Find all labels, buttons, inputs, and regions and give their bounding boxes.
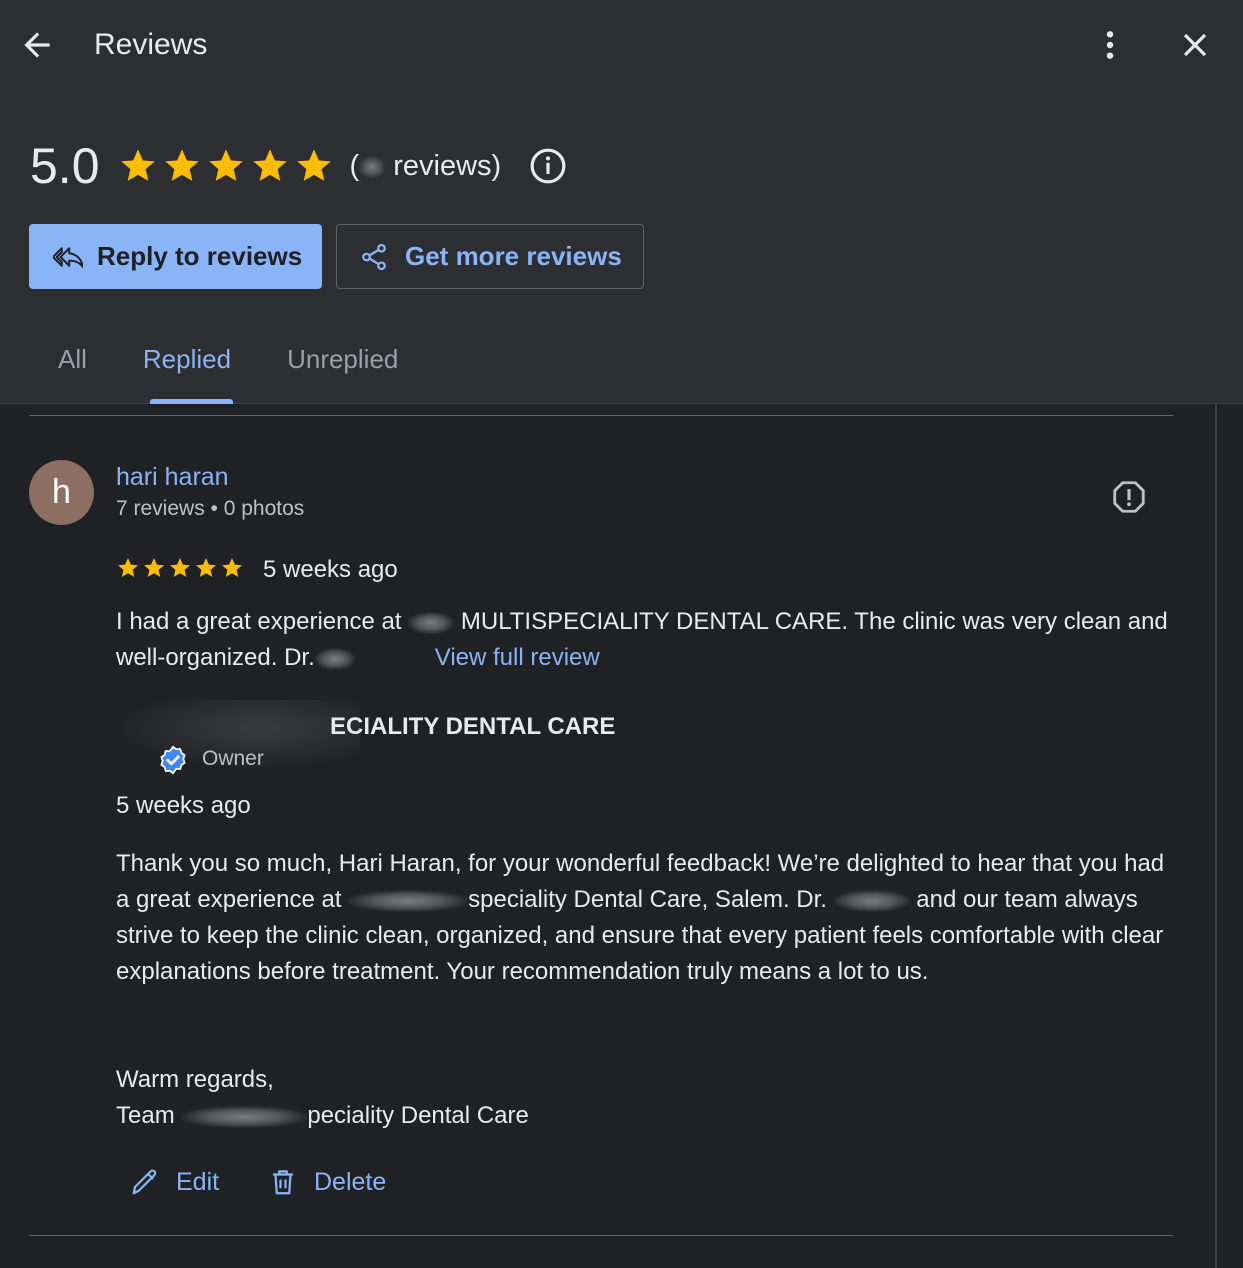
view-full-review-link[interactable]: View full review <box>435 644 600 671</box>
redacted-name <box>408 611 455 634</box>
star-icon <box>208 149 243 181</box>
sign-line-2-prefix: Team <box>116 1102 182 1129</box>
edit-label: Edit <box>176 1167 220 1196</box>
redacted-doctor <box>314 647 355 670</box>
trash-icon <box>273 1170 293 1195</box>
get-more-reviews-button[interactable]: Get more reviews <box>336 224 644 289</box>
redacted-team <box>181 1105 308 1128</box>
review-stars <box>116 556 244 580</box>
star-icon <box>170 558 190 577</box>
sign-line-2-suffix: peciality Dental Care <box>307 1102 529 1129</box>
reply-date: 5 weeks ago <box>116 792 251 819</box>
info-icon[interactable] <box>529 147 567 185</box>
close-icon <box>1183 33 1207 57</box>
sign-line-2: Team peciality Dental Care <box>116 1098 529 1134</box>
reply-to-reviews-button[interactable]: Reply to reviews <box>29 224 322 289</box>
review-date: 5 weeks ago <box>263 556 398 583</box>
reply-text-part2: speciality Dental Care, Salem. Dr. <box>468 886 834 913</box>
tab-all[interactable]: All <box>30 330 115 404</box>
reply-all-icon <box>53 246 83 268</box>
divider <box>29 415 1173 416</box>
star-icon <box>144 558 164 577</box>
star-icon <box>222 558 242 577</box>
review-filter-tabs: All Replied Unreplied <box>30 330 426 404</box>
get-more-reviews-label: Get more reviews <box>405 241 622 271</box>
owner-role: Owner <box>202 747 264 770</box>
report-icon[interactable] <box>1110 478 1148 516</box>
edit-reply-button[interactable]: Edit <box>130 1160 219 1204</box>
redacted-count <box>359 155 386 178</box>
verified-badge-icon <box>160 745 186 775</box>
divider <box>29 1235 1173 1236</box>
redacted-doctor-reply <box>833 889 910 912</box>
reply-to-reviews-label: Reply to reviews <box>97 241 303 271</box>
rating-stars <box>118 146 334 186</box>
more-options-button[interactable] <box>1094 26 1126 64</box>
star-icon <box>296 149 331 181</box>
star-icon <box>196 558 216 577</box>
reviewer-name[interactable]: hari haran <box>116 463 229 492</box>
share-icon <box>362 243 386 270</box>
back-button[interactable] <box>18 26 56 64</box>
sign-line-1: Warm regards, <box>116 1066 274 1093</box>
arrow-back-icon <box>24 32 50 58</box>
review-count-prefix: ( <box>349 149 360 182</box>
redacted-clinic <box>348 889 469 912</box>
reviewer-meta: 7 reviews • 0 photos <box>116 497 305 520</box>
review-count-suffix: reviews) <box>385 149 502 182</box>
star-icon <box>118 558 138 577</box>
star-icon <box>252 149 287 181</box>
close-button[interactable] <box>1176 26 1214 64</box>
rating-summary: 5.0 ( reviews) <box>30 138 567 194</box>
page-title: Reviews <box>94 28 208 61</box>
more-vert-icon <box>1106 31 1114 59</box>
reviews-header: Reviews 5.0 ( reviews) Reply to reviews … <box>0 0 1243 404</box>
delete-label: Delete <box>314 1167 387 1196</box>
avatar[interactable]: h <box>29 460 94 525</box>
tab-unreplied[interactable]: Unreplied <box>259 330 426 404</box>
reply-text: Thank you so much, Hari Haran, for your … <box>116 846 1176 990</box>
rating-value: 5.0 <box>30 138 100 194</box>
scrollbar[interactable] <box>1215 404 1217 1268</box>
pencil-icon <box>132 1169 157 1195</box>
reply-signature: Warm regards, Team peciality Dental Care <box>116 1062 529 1134</box>
delete-reply-button[interactable]: Delete <box>268 1160 386 1204</box>
tab-replied[interactable]: Replied <box>115 330 259 404</box>
review-text-part1: I had a great experience at <box>116 608 409 635</box>
star-icon <box>120 149 155 181</box>
review-text: I had a great experience at MULTISPECIAL… <box>116 604 1186 676</box>
owner-name: ECIALITY DENTAL CARE <box>330 713 616 740</box>
active-tab-indicator <box>150 399 233 404</box>
star-icon <box>164 149 199 181</box>
review-count: ( reviews) <box>350 150 502 183</box>
